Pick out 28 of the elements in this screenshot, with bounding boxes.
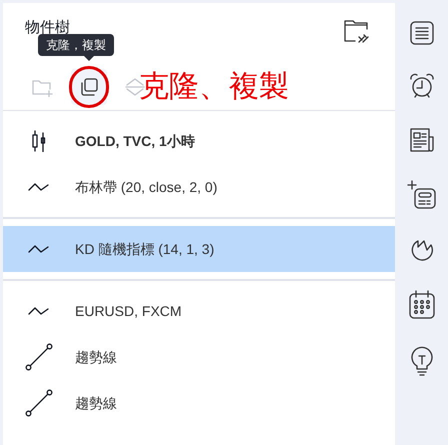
item-label: EURUSD, FXCM [75,302,182,320]
item-label: GOLD, TVC, 1小時 [75,132,195,150]
add-list-icon[interactable] [406,180,436,210]
annotation-text: 克隆、複製 [139,69,289,105]
calendar-icon[interactable] [408,290,436,320]
item-label: 布林帶 (20, close, 2, 0) [75,178,218,197]
candlestick-icon [32,130,46,152]
tooltip-pointer [84,56,94,61]
trend-line-icon [25,389,53,417]
tree-item[interactable]: EURUSD, FXCM [3,288,395,334]
wave-icon [28,306,50,316]
tree-item[interactable]: GOLD, TVC, 1小時 [3,118,395,164]
item-label: 趨勢線 [75,394,117,412]
list-icon[interactable] [408,20,434,46]
trend-line-icon [25,343,53,371]
tree-item[interactable]: 趨勢線 [3,334,395,380]
wave-icon [28,182,50,192]
tree-item[interactable]: KD 隨機指標 (14, 1, 3) [3,226,395,272]
tooltip: 克隆，複製 [38,34,114,56]
clone-button[interactable] [71,68,107,104]
alarm-clock-icon[interactable] [408,72,436,100]
light-bulb-icon[interactable] [410,346,434,376]
tree-item[interactable]: 趨勢線 [3,380,395,426]
item-label: 趨勢線 [75,348,117,366]
item-label: KD 隨機指標 (14, 1, 3) [75,240,214,259]
tree-item[interactable]: 布林帶 (20, close, 2, 0) [3,164,395,210]
wave-icon [28,244,50,254]
newspaper-icon[interactable] [408,126,436,154]
